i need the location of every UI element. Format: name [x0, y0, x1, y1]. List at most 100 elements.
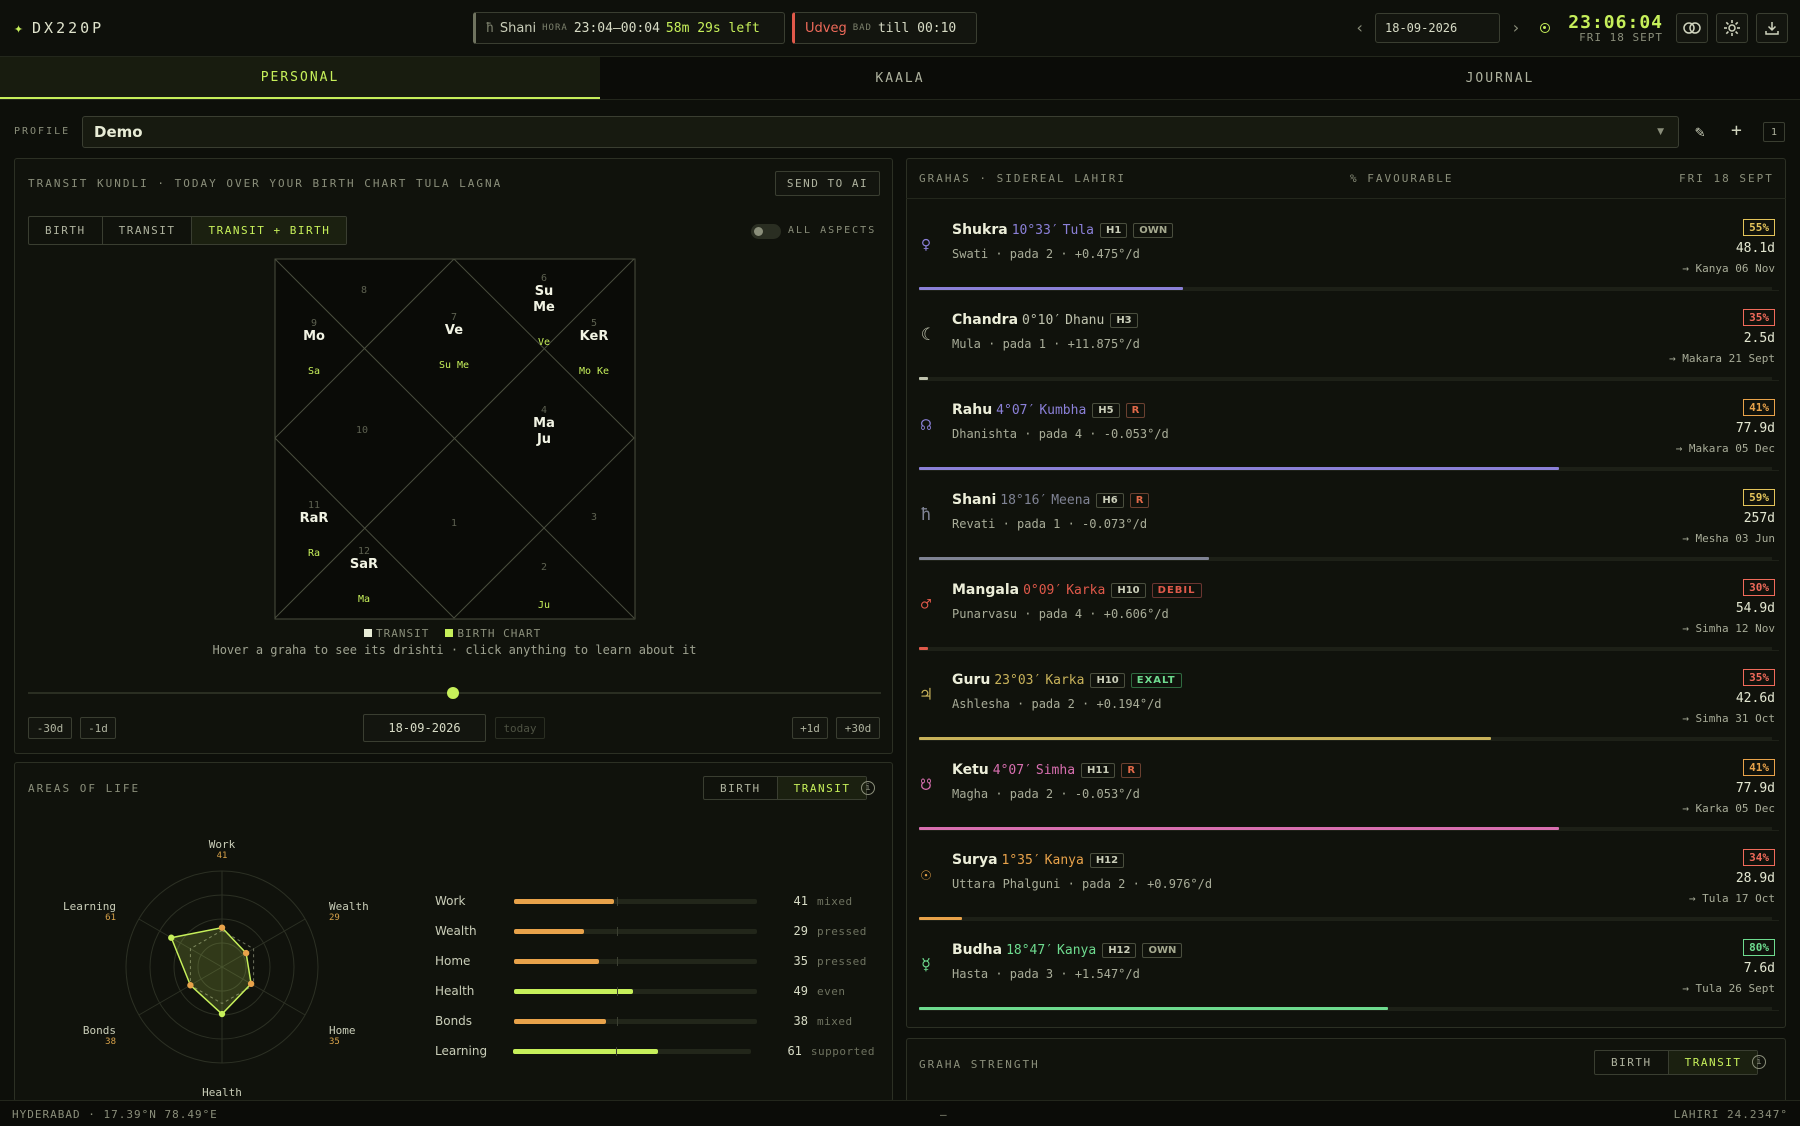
settings-button[interactable]	[1716, 13, 1748, 43]
area-row-home[interactable]: Home 35 pressed	[435, 951, 875, 971]
graha-degree: 0°09′	[1023, 583, 1063, 598]
graha-nakshatra: Dhanishta · pada 4 · -0.053°/d	[952, 427, 1169, 441]
graha-row-ketu[interactable]: ☋ Ketu 4°07′ Simha H11 R Magha · pada 2 · -0.0…	[919, 741, 1779, 831]
graha-row-rahu[interactable]: ☊ Rahu 4°07′ Kumbha H5 R Dhanishta · pada 4 · …	[919, 381, 1779, 471]
birth-planets: Mo Ke	[579, 366, 609, 377]
clock-day: FRI 18 SEPT	[1579, 31, 1663, 44]
ketu-icon: ☋	[920, 775, 932, 795]
area-state: pressed	[817, 924, 867, 938]
view-toggle-button[interactable]	[1676, 13, 1708, 43]
area-row-work[interactable]: Work 41 mixed	[435, 891, 875, 911]
graha-name: Mangala 0°09′ Karka H10 DEBIL	[952, 582, 1202, 598]
all-aspects-toggle[interactable]	[751, 224, 781, 239]
strength-mode-transit[interactable]: TRANSIT	[1668, 1051, 1758, 1074]
area-bar-midline	[617, 956, 618, 966]
strength-mode-birth[interactable]: BIRTH	[1595, 1051, 1669, 1074]
favourable-percent: 35%	[1743, 309, 1775, 326]
areas-mode-birth[interactable]: BIRTH	[704, 777, 778, 799]
download-icon	[1765, 22, 1779, 35]
tab-kaala[interactable]: KAALA	[600, 57, 1200, 99]
graha-row-shani[interactable]: ħ Shani 18°16′ Meena H6 R Revati · pada 1 · -0…	[919, 471, 1779, 561]
chart-date-input[interactable]: 18-09-2026	[363, 714, 486, 742]
area-row-wealth[interactable]: Wealth 29 pressed	[435, 921, 875, 941]
today-button[interactable]: today	[495, 717, 545, 739]
grahas-header-divider	[906, 198, 1786, 199]
tab-personal[interactable]: PERSONAL	[0, 57, 600, 99]
birth-planets: Su Me	[439, 360, 469, 371]
hora-pill[interactable]: ħ Shani HORA 23:04–00:04 58m 29s left	[473, 12, 785, 44]
graha-progress-track	[919, 377, 1772, 380]
add-profile-button[interactable]: +	[1731, 120, 1742, 141]
graha-degree: 1°35′	[1001, 853, 1041, 868]
areas-radar-chart	[125, 870, 319, 1064]
area-row-learning[interactable]: Learning 61 supported	[435, 1041, 875, 1061]
mode-transit[interactable]: TRANSIT	[103, 217, 193, 244]
kundli-house-3[interactable]: 3	[591, 512, 597, 523]
app-logo[interactable]: ✦ DX220P	[14, 19, 104, 37]
top-bar: ✦ DX220P ħ Shani HORA 23:04–00:04 58m 29s…	[0, 0, 1800, 57]
kundli-house-10[interactable]: 10	[356, 425, 368, 436]
download-button[interactable]	[1756, 13, 1788, 43]
transit-planets: SaR	[350, 557, 378, 572]
tab-journal[interactable]: JOURNAL	[1200, 57, 1800, 99]
graha-duration: 7.6d	[1743, 961, 1775, 976]
hora-time-left: 58m 29s left	[665, 20, 760, 36]
date-input[interactable]: 18-09-2026	[1375, 13, 1500, 43]
area-bar-midline	[617, 896, 618, 906]
graha-row-budha[interactable]: ☿ Budha 18°47′ Kanya H12 OWN Hasta · pada 3 · …	[919, 921, 1779, 1011]
graha-duration: 257d	[1743, 511, 1775, 526]
choghadiya-name: Udveg	[805, 20, 847, 36]
area-state: mixed	[817, 894, 853, 908]
area-row-bonds[interactable]: Bonds 38 mixed	[435, 1011, 875, 1031]
guru-icon: ♃	[920, 685, 932, 705]
favourable-percent: 41%	[1743, 399, 1775, 416]
mode-transit-birth[interactable]: TRANSIT + BIRTH	[192, 217, 347, 244]
graha-progress-bar	[919, 827, 1559, 830]
profile-name: Demo	[94, 123, 143, 141]
status-location: HYDERABAD · 17.39°N 78.49°E	[12, 1108, 218, 1121]
legend-transit: TRANSIT	[364, 627, 429, 640]
graha-row-mangala[interactable]: ♂ Mangala 0°09′ Karka H10 DEBIL Punarvasu · pa…	[919, 561, 1779, 651]
profile-select[interactable]: Demo ▼	[82, 116, 1679, 148]
graha-progress-bar	[919, 287, 1184, 290]
graha-name: Surya 1°35′ Kanya H12	[952, 852, 1125, 868]
send-to-ai-button[interactable]: SEND TO AI	[775, 171, 880, 196]
graha-name: Guru 23°03′ Karka H10 EXALT	[952, 672, 1182, 688]
surya-icon: ☉	[920, 865, 932, 885]
kundli-house-1[interactable]: 1	[451, 518, 457, 529]
favourable-percent: 34%	[1743, 849, 1775, 866]
kundli-house-8[interactable]: 8	[361, 285, 367, 296]
next-date-button[interactable]: ›	[1511, 18, 1521, 37]
area-row-health[interactable]: Health 49 even	[435, 981, 875, 1001]
radar-label-work: Work 41	[208, 838, 236, 861]
plus-30d-button[interactable]: +30d	[836, 717, 880, 739]
minus-30d-button[interactable]: -30d	[28, 717, 72, 739]
dignity-tag: OWN	[1142, 943, 1183, 958]
areas-mode-transit[interactable]: TRANSIT	[777, 777, 867, 799]
graha-rashi: Meena	[1051, 493, 1091, 508]
minus-1d-button[interactable]: -1d	[80, 717, 116, 739]
area-value: 41	[793, 894, 808, 908]
graha-name: Ketu 4°07′ Simha H11 R	[952, 762, 1142, 778]
prev-date-button[interactable]: ‹	[1355, 18, 1365, 37]
edit-profile-button[interactable]: ✎	[1695, 122, 1705, 141]
house-number: 10	[356, 425, 368, 436]
graha-progress-bar	[919, 557, 1210, 560]
area-bar-track	[514, 896, 757, 906]
info-icon[interactable]: i	[861, 781, 875, 795]
graha-row-shukra[interactable]: ♀ Shukra 10°33′ Tula H1 OWN Swati · pada 2 · +…	[919, 201, 1779, 291]
house-number: 6	[541, 273, 547, 284]
graha-row-guru[interactable]: ♃ Guru 23°03′ Karka H10 EXALT Ashlesha · pada …	[919, 651, 1779, 741]
choghadiya-pill[interactable]: Udveg BAD till 00:10	[792, 12, 977, 44]
kundli-chart[interactable]: 89MoSa7VeSu Me6SuMeVe5KeRMo Ke104MaJu11R…	[274, 258, 636, 620]
plus-1d-button[interactable]: +1d	[792, 717, 828, 739]
time-slider-handle[interactable]	[447, 687, 459, 699]
radar-point-health	[218, 1010, 226, 1018]
house-tag: H1	[1099, 223, 1128, 238]
graha-nakshatra: Swati · pada 2 · +0.475°/d	[952, 247, 1140, 261]
graha-row-surya[interactable]: ☉ Surya 1°35′ Kanya H12 Uttara Phalguni · pad…	[919, 831, 1779, 921]
birth-planets: Ma	[358, 594, 370, 605]
strength-info-icon[interactable]: i	[1752, 1055, 1766, 1069]
graha-row-chandra[interactable]: ☾ Chandra 0°10′ Dhanu H3 Mula · pada 1 · +11.…	[919, 291, 1779, 381]
mode-birth[interactable]: BIRTH	[29, 217, 103, 244]
